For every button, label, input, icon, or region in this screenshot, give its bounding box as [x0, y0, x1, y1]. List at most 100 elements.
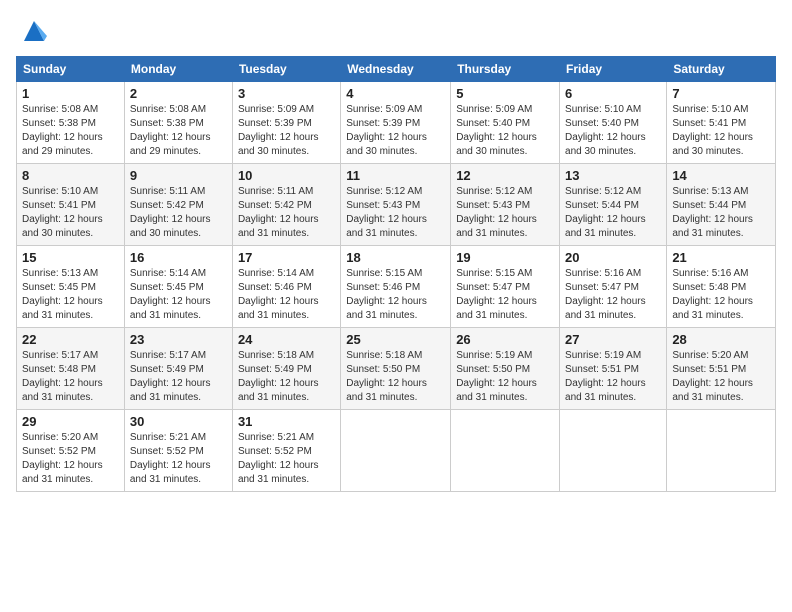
page-container: Sunday Monday Tuesday Wednesday Thursday… [0, 0, 792, 612]
day-detail: Sunrise: 5:12 AMSunset: 5:44 PMDaylight:… [565, 185, 661, 241]
table-row: 18 Sunrise: 5:15 AMSunset: 5:46 PMDaylig… [341, 246, 451, 328]
day-number: 18 [346, 250, 445, 265]
day-number: 4 [346, 86, 445, 101]
day-detail: Sunrise: 5:17 AMSunset: 5:48 PMDaylight:… [22, 349, 119, 405]
day-detail: Sunrise: 5:09 AMSunset: 5:39 PMDaylight:… [346, 103, 445, 159]
day-detail: Sunrise: 5:12 AMSunset: 5:43 PMDaylight:… [456, 185, 554, 241]
day-detail: Sunrise: 5:17 AMSunset: 5:49 PMDaylight:… [130, 349, 227, 405]
day-detail: Sunrise: 5:08 AMSunset: 5:38 PMDaylight:… [22, 103, 119, 159]
day-number: 27 [565, 332, 661, 347]
table-row: 9 Sunrise: 5:11 AMSunset: 5:42 PMDayligh… [124, 164, 232, 246]
day-number: 17 [238, 250, 335, 265]
table-row: 7 Sunrise: 5:10 AMSunset: 5:41 PMDayligh… [667, 82, 776, 164]
logo [16, 16, 49, 46]
day-detail: Sunrise: 5:18 AMSunset: 5:49 PMDaylight:… [238, 349, 335, 405]
day-detail: Sunrise: 5:14 AMSunset: 5:46 PMDaylight:… [238, 267, 335, 323]
day-number: 1 [22, 86, 119, 101]
table-row: 8 Sunrise: 5:10 AMSunset: 5:41 PMDayligh… [17, 164, 125, 246]
table-row: 28 Sunrise: 5:20 AMSunset: 5:51 PMDaylig… [667, 328, 776, 410]
day-detail: Sunrise: 5:08 AMSunset: 5:38 PMDaylight:… [130, 103, 227, 159]
day-number: 28 [672, 332, 770, 347]
logo-icon [19, 16, 49, 46]
day-detail: Sunrise: 5:10 AMSunset: 5:41 PMDaylight:… [672, 103, 770, 159]
table-row: 30 Sunrise: 5:21 AMSunset: 5:52 PMDaylig… [124, 410, 232, 492]
day-detail: Sunrise: 5:18 AMSunset: 5:50 PMDaylight:… [346, 349, 445, 405]
table-row: 5 Sunrise: 5:09 AMSunset: 5:40 PMDayligh… [451, 82, 560, 164]
header-row: Sunday Monday Tuesday Wednesday Thursday… [17, 57, 776, 82]
table-row: 16 Sunrise: 5:14 AMSunset: 5:45 PMDaylig… [124, 246, 232, 328]
day-detail: Sunrise: 5:10 AMSunset: 5:41 PMDaylight:… [22, 185, 119, 241]
table-row: 15 Sunrise: 5:13 AMSunset: 5:45 PMDaylig… [17, 246, 125, 328]
table-row: 4 Sunrise: 5:09 AMSunset: 5:39 PMDayligh… [341, 82, 451, 164]
day-detail: Sunrise: 5:11 AMSunset: 5:42 PMDaylight:… [238, 185, 335, 241]
day-number: 5 [456, 86, 554, 101]
calendar-body: 1 Sunrise: 5:08 AMSunset: 5:38 PMDayligh… [17, 82, 776, 492]
day-detail: Sunrise: 5:19 AMSunset: 5:50 PMDaylight:… [456, 349, 554, 405]
calendar-header: Sunday Monday Tuesday Wednesday Thursday… [17, 57, 776, 82]
day-detail: Sunrise: 5:16 AMSunset: 5:48 PMDaylight:… [672, 267, 770, 323]
day-detail: Sunrise: 5:11 AMSunset: 5:42 PMDaylight:… [130, 185, 227, 241]
day-detail: Sunrise: 5:13 AMSunset: 5:45 PMDaylight:… [22, 267, 119, 323]
day-number: 29 [22, 414, 119, 429]
day-detail: Sunrise: 5:20 AMSunset: 5:51 PMDaylight:… [672, 349, 770, 405]
table-row [560, 410, 667, 492]
table-row: 25 Sunrise: 5:18 AMSunset: 5:50 PMDaylig… [341, 328, 451, 410]
table-row: 10 Sunrise: 5:11 AMSunset: 5:42 PMDaylig… [232, 164, 340, 246]
day-detail: Sunrise: 5:15 AMSunset: 5:47 PMDaylight:… [456, 267, 554, 323]
table-row: 24 Sunrise: 5:18 AMSunset: 5:49 PMDaylig… [232, 328, 340, 410]
table-row: 14 Sunrise: 5:13 AMSunset: 5:44 PMDaylig… [667, 164, 776, 246]
table-row: 27 Sunrise: 5:19 AMSunset: 5:51 PMDaylig… [560, 328, 667, 410]
day-number: 15 [22, 250, 119, 265]
table-row: 22 Sunrise: 5:17 AMSunset: 5:48 PMDaylig… [17, 328, 125, 410]
day-number: 6 [565, 86, 661, 101]
day-number: 12 [456, 168, 554, 183]
table-row: 20 Sunrise: 5:16 AMSunset: 5:47 PMDaylig… [560, 246, 667, 328]
day-number: 8 [22, 168, 119, 183]
table-row: 2 Sunrise: 5:08 AMSunset: 5:38 PMDayligh… [124, 82, 232, 164]
day-number: 3 [238, 86, 335, 101]
table-row: 31 Sunrise: 5:21 AMSunset: 5:52 PMDaylig… [232, 410, 340, 492]
day-number: 14 [672, 168, 770, 183]
table-row: 6 Sunrise: 5:10 AMSunset: 5:40 PMDayligh… [560, 82, 667, 164]
day-number: 11 [346, 168, 445, 183]
day-detail: Sunrise: 5:15 AMSunset: 5:46 PMDaylight:… [346, 267, 445, 323]
page-header [16, 16, 776, 46]
day-number: 22 [22, 332, 119, 347]
col-tuesday: Tuesday [232, 57, 340, 82]
day-number: 10 [238, 168, 335, 183]
day-detail: Sunrise: 5:21 AMSunset: 5:52 PMDaylight:… [130, 431, 227, 487]
day-number: 13 [565, 168, 661, 183]
day-detail: Sunrise: 5:13 AMSunset: 5:44 PMDaylight:… [672, 185, 770, 241]
day-detail: Sunrise: 5:09 AMSunset: 5:40 PMDaylight:… [456, 103, 554, 159]
table-row: 3 Sunrise: 5:09 AMSunset: 5:39 PMDayligh… [232, 82, 340, 164]
day-number: 21 [672, 250, 770, 265]
day-detail: Sunrise: 5:20 AMSunset: 5:52 PMDaylight:… [22, 431, 119, 487]
table-row: 11 Sunrise: 5:12 AMSunset: 5:43 PMDaylig… [341, 164, 451, 246]
day-number: 19 [456, 250, 554, 265]
calendar-table: Sunday Monday Tuesday Wednesday Thursday… [16, 56, 776, 492]
col-sunday: Sunday [17, 57, 125, 82]
day-detail: Sunrise: 5:10 AMSunset: 5:40 PMDaylight:… [565, 103, 661, 159]
table-row: 23 Sunrise: 5:17 AMSunset: 5:49 PMDaylig… [124, 328, 232, 410]
day-number: 24 [238, 332, 335, 347]
table-row: 17 Sunrise: 5:14 AMSunset: 5:46 PMDaylig… [232, 246, 340, 328]
col-friday: Friday [560, 57, 667, 82]
table-row: 1 Sunrise: 5:08 AMSunset: 5:38 PMDayligh… [17, 82, 125, 164]
table-row: 13 Sunrise: 5:12 AMSunset: 5:44 PMDaylig… [560, 164, 667, 246]
day-number: 9 [130, 168, 227, 183]
table-row: 26 Sunrise: 5:19 AMSunset: 5:50 PMDaylig… [451, 328, 560, 410]
col-saturday: Saturday [667, 57, 776, 82]
day-detail: Sunrise: 5:19 AMSunset: 5:51 PMDaylight:… [565, 349, 661, 405]
day-number: 16 [130, 250, 227, 265]
day-number: 23 [130, 332, 227, 347]
col-wednesday: Wednesday [341, 57, 451, 82]
day-number: 25 [346, 332, 445, 347]
table-row: 29 Sunrise: 5:20 AMSunset: 5:52 PMDaylig… [17, 410, 125, 492]
day-number: 20 [565, 250, 661, 265]
day-number: 31 [238, 414, 335, 429]
col-thursday: Thursday [451, 57, 560, 82]
day-detail: Sunrise: 5:16 AMSunset: 5:47 PMDaylight:… [565, 267, 661, 323]
day-number: 26 [456, 332, 554, 347]
day-detail: Sunrise: 5:12 AMSunset: 5:43 PMDaylight:… [346, 185, 445, 241]
day-number: 30 [130, 414, 227, 429]
